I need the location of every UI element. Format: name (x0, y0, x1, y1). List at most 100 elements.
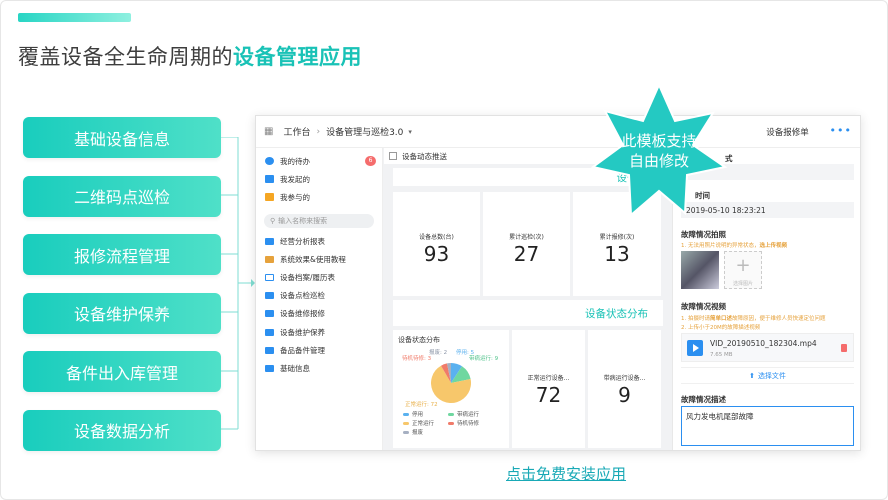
sidebar-search-input[interactable]: ⚲ 输入名称来搜索 (264, 214, 374, 228)
people-icon (265, 193, 274, 201)
legend-label: 正常运行 (412, 421, 435, 427)
tutorial-icon (265, 255, 274, 263)
add-photo-button[interactable]: + 选择图片 (724, 251, 762, 289)
field-label: 故障情况拍照 (681, 230, 726, 239)
install-app-link[interactable]: 点击免费安装应用 (506, 463, 626, 484)
choose-file-label: 选择文件 (757, 371, 786, 380)
sidebar-nav-item[interactable]: 备品备件管理 (256, 341, 382, 359)
sidebar-item-label: 我发起的 (280, 174, 310, 184)
sidebar-nav-item[interactable]: 设备点检巡检 (256, 287, 382, 305)
photo-hint: 1. 无法用照片说明的异常状态，选上传视频 (681, 243, 788, 249)
video-play-icon[interactable] (687, 340, 703, 356)
feature-repair-flow[interactable]: 报修流程管理 (23, 234, 221, 275)
legend-item: 正常运行 (403, 419, 434, 427)
legend-item: 报废 (403, 428, 423, 436)
sidebar-nav-label: 设备档案/履历表 (280, 272, 336, 282)
sidebar-nav-item[interactable]: 设备维修报修 (256, 305, 382, 323)
panel-title: 设备报修单 (766, 127, 809, 138)
stat-label: 累计巡检(次) (509, 234, 544, 241)
pie-title: 设备状态分布 (398, 336, 440, 344)
sidebar-nav-label: 设备点检巡检 (280, 291, 325, 301)
sidebar-item-label: 我的待办 (280, 156, 310, 166)
folder-icon (265, 346, 274, 354)
sidebar-item-todo[interactable]: 我的待办 6 (256, 152, 382, 170)
folder-icon (265, 237, 274, 245)
fault-description-textarea[interactable]: 风力发电机尾部故障 (681, 406, 854, 446)
legend-label: 带病运行 (457, 412, 480, 418)
todo-count-badge: 6 (365, 156, 376, 166)
star-line-2: 自由修改 (628, 152, 689, 170)
trash-icon[interactable] (841, 344, 847, 352)
more-icon[interactable]: ••• (830, 124, 852, 137)
feature-list: 基础设备信息 二维码点巡检 报修流程管理 设备维护保养 备件出入库管理 设备数据… (23, 117, 221, 468)
video-filename: VID_20190510_182304.mp4 (710, 339, 817, 348)
sidebar-nav-label: 经营分析报表 (280, 236, 325, 246)
sidebar-nav-label: 备品备件管理 (280, 345, 325, 355)
page-title: 覆盖设备全生命周期的设备管理应用 (18, 41, 362, 71)
feature-data-analysis[interactable]: 设备数据分析 (23, 409, 221, 451)
breadcrumb-root[interactable]: 工作台 (283, 125, 310, 138)
legend-item: 带病运行 (448, 410, 479, 418)
field-label: 故障情况视频 (681, 302, 726, 311)
feature-spare-parts[interactable]: 备件出入库管理 (23, 351, 221, 392)
stat-value: 9 (618, 383, 631, 407)
photo-thumbnail[interactable] (681, 251, 719, 289)
stat-value: 13 (604, 242, 630, 266)
choose-file-button[interactable]: ⬆ 选择文件 (681, 367, 854, 384)
pie-label: 报废: 2 (429, 350, 448, 356)
legend-item: 待机待修 (448, 419, 479, 427)
connector-lines (221, 137, 255, 430)
app-sidebar: 我的待办 6 我发起的 我参与的 ⚲ 输入名称来搜索 经营分析报表 系统效果&使… (256, 148, 383, 450)
sidebar-nav-item[interactable]: 设备档案/履历表 (256, 268, 382, 286)
subhead-label: 设备动态推送 (402, 151, 447, 161)
clock-icon (265, 157, 274, 165)
legend-label: 待机待修 (457, 421, 480, 427)
feature-qr-inspection[interactable]: 二维码点巡检 (23, 175, 221, 217)
feature-maintenance[interactable]: 设备维护保养 (23, 292, 221, 334)
sidebar-nav-label: 系统效果&使用教程 (280, 254, 346, 264)
star-badge-text: 此模板支持 自由修改 (589, 131, 729, 171)
stat-label: 累计报修(次) (599, 234, 635, 241)
sidebar-nav-label: 基础信息 (280, 363, 310, 373)
status-pie-card: 设备状态分布 报废: 2 停用: 5 待机待修: 3 带病运行: 9 正常运行:… (393, 330, 509, 448)
sidebar-nav-item[interactable]: 设备维护保养 (256, 323, 382, 341)
feature-basic-info[interactable]: 基础设备信息 (23, 117, 221, 158)
folder-icon (265, 310, 274, 318)
star-line-1: 此模板支持 (621, 132, 697, 150)
pie-label: 正常运行: 72 (405, 402, 438, 408)
sidebar-item-involved[interactable]: 我参与的 (256, 188, 382, 206)
stat-card: 累计巡检(次) 27 (483, 192, 570, 296)
sidebar-nav-item[interactable]: 经营分析报表 (256, 232, 382, 250)
grid-icon[interactable]: ▦ (264, 126, 273, 137)
folder-icon (265, 292, 274, 300)
stat-value: 72 (535, 383, 562, 407)
title-prefix: 覆盖设备全生命周期的 (18, 45, 233, 69)
sidebar-item-label: 我参与的 (280, 192, 310, 202)
plus-icon: + (735, 255, 751, 276)
legend-label: 报废 (412, 430, 424, 436)
stat-label: 设备总数(台) (419, 234, 454, 241)
section-title: 设备状态分布 (585, 308, 648, 320)
document-icon (265, 273, 274, 281)
add-photo-label: 选择图片 (732, 281, 753, 287)
stat-label: 正常运行设备... (527, 375, 570, 382)
sidebar-nav-item[interactable]: 基础信息 (256, 359, 382, 377)
video-filesize: 7.65 MB (710, 352, 733, 358)
search-placeholder: 输入名称来搜索 (278, 217, 328, 225)
breadcrumb-current[interactable]: 设备管理与巡检3.0 (326, 125, 403, 138)
search-icon: ⚲ (270, 217, 276, 225)
panel-icon (389, 152, 397, 160)
stat-label: 带病运行设备... (603, 375, 646, 382)
chevron-down-icon[interactable]: ▾ (408, 128, 412, 136)
video-hint: 1. 拍摄时请简单口述故障原因，便于维修人员快速定位问题 (681, 316, 826, 322)
field-label: 故障情况描述 (681, 395, 726, 404)
stat-card: 设备总数(台) 93 (393, 192, 480, 296)
send-icon (265, 175, 274, 183)
pie-label: 待机待修: 3 (402, 356, 432, 362)
sidebar-nav-label: 设备维护保养 (280, 327, 325, 337)
upload-icon: ⬆ (749, 371, 755, 380)
sidebar-item-initiated[interactable]: 我发起的 (256, 170, 382, 188)
video-attachment[interactable]: VID_20190510_182304.mp4 7.65 MB (681, 333, 854, 362)
folder-icon (265, 328, 274, 336)
sidebar-nav-item[interactable]: 系统效果&使用教程 (256, 250, 382, 268)
